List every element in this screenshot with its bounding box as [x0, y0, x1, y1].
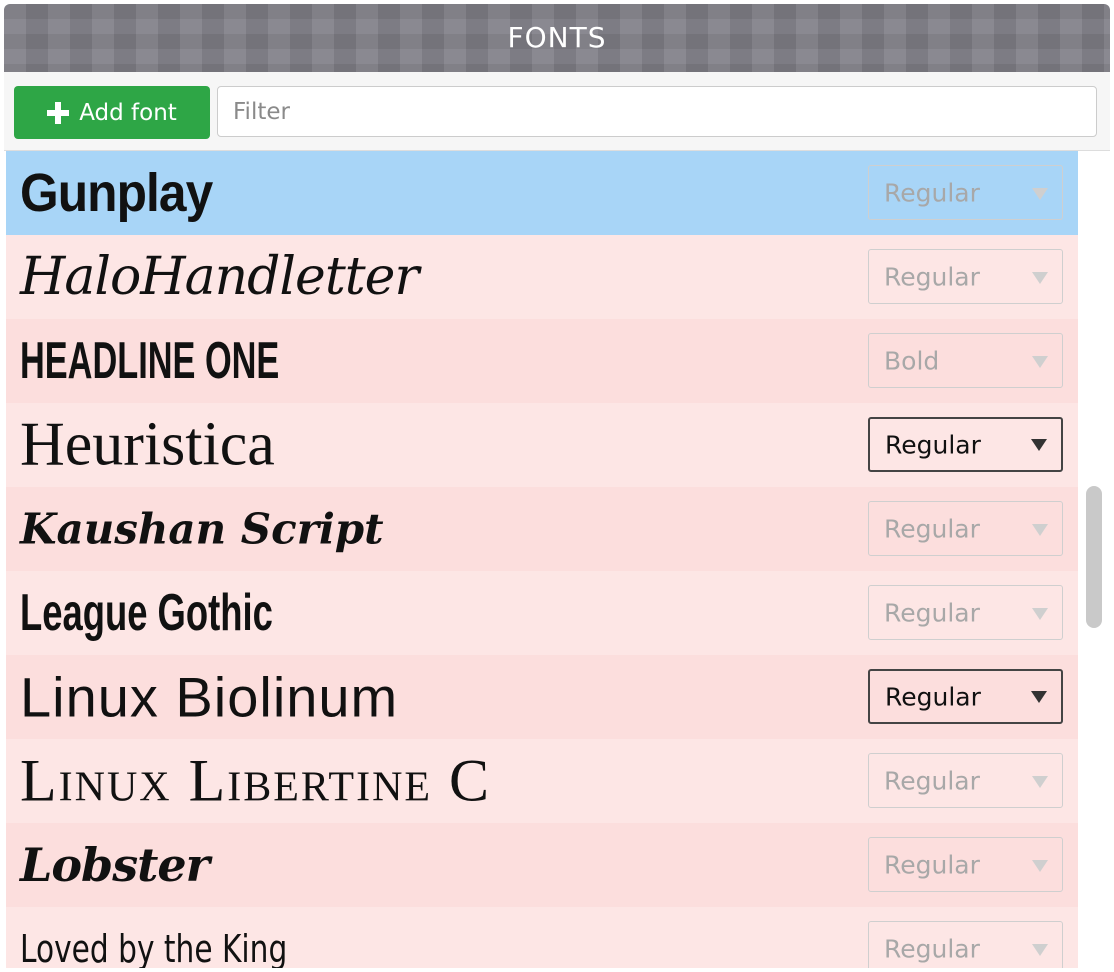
font-name: Gunplay: [20, 163, 213, 223]
font-style-value: Regular: [885, 430, 981, 459]
toolbar: Add font: [4, 72, 1110, 151]
font-row-kaushan-script[interactable]: Kaushan Script Regular: [6, 487, 1078, 571]
font-list-scrollbar[interactable]: [1080, 151, 1110, 968]
font-style-value: Regular: [884, 934, 980, 963]
filter-input[interactable]: [217, 86, 1097, 137]
font-name: League Gothic: [20, 584, 273, 642]
font-style-value: Regular: [884, 598, 980, 627]
font-name: Loved by the King: [20, 927, 288, 968]
font-style-select[interactable]: Regular: [868, 669, 1063, 724]
font-row-linux-biolinum[interactable]: Linux Biolinum Regular: [6, 655, 1078, 739]
font-name: HaloHandletter: [20, 247, 419, 307]
font-style-select[interactable]: Regular: [868, 501, 1063, 556]
caret-down-icon: [1032, 860, 1048, 872]
caret-down-icon: [1032, 272, 1048, 284]
caret-down-icon: [1032, 188, 1048, 200]
font-name: Kaushan Script: [20, 504, 384, 554]
plus-icon: [47, 101, 70, 124]
caret-down-icon: [1032, 776, 1048, 788]
font-style-select[interactable]: Regular: [868, 417, 1063, 472]
font-row-halohandletter[interactable]: HaloHandletter Regular: [6, 235, 1078, 319]
font-name: HEADLINE ONE: [20, 332, 280, 390]
font-style-select[interactable]: Regular: [868, 249, 1063, 304]
caret-down-icon: [1031, 691, 1047, 703]
font-style-value: Regular: [884, 766, 980, 795]
caret-down-icon: [1032, 356, 1048, 368]
font-name: Linux Libertine C: [20, 747, 492, 814]
caret-down-icon: [1032, 944, 1048, 956]
font-list: Gunplay Regular HaloHandletter Regular H…: [6, 151, 1078, 968]
font-style-value: Bold: [884, 346, 940, 375]
font-style-select[interactable]: Regular: [868, 165, 1063, 220]
fonts-panel: FONTS Add font Gunplay Regular HaloHandl…: [4, 4, 1110, 968]
font-style-select[interactable]: Regular: [868, 837, 1063, 892]
font-style-value: Regular: [884, 262, 980, 291]
font-row-lobster[interactable]: Lobster Regular: [6, 823, 1078, 907]
font-row-loved-by-the-king[interactable]: Loved by the King Regular: [6, 907, 1078, 968]
font-style-value: Regular: [885, 682, 981, 711]
font-style-select[interactable]: Regular: [868, 921, 1063, 968]
scrollbar-thumb[interactable]: [1086, 486, 1102, 628]
font-style-value: Regular: [884, 850, 980, 879]
font-style-select[interactable]: Bold: [868, 333, 1063, 388]
font-name: Heuristica: [20, 410, 275, 479]
font-row-heuristica[interactable]: Heuristica Regular: [6, 403, 1078, 487]
add-font-button[interactable]: Add font: [14, 86, 210, 139]
font-name: Lobster: [20, 838, 210, 892]
caret-down-icon: [1031, 439, 1047, 451]
font-name: Linux Biolinum: [20, 665, 399, 729]
add-font-label: Add font: [79, 99, 177, 126]
panel-title: FONTS: [4, 4, 1110, 72]
font-row-linux-libertine-c[interactable]: Linux Libertine C Regular: [6, 739, 1078, 823]
font-style-select[interactable]: Regular: [868, 585, 1063, 640]
font-row-gunplay[interactable]: Gunplay Regular: [6, 151, 1078, 235]
font-style-value: Regular: [884, 514, 980, 543]
font-row-headline-one[interactable]: HEADLINE ONE Bold: [6, 319, 1078, 403]
caret-down-icon: [1032, 524, 1048, 536]
font-style-value: Regular: [884, 178, 980, 207]
font-style-select[interactable]: Regular: [868, 753, 1063, 808]
caret-down-icon: [1032, 608, 1048, 620]
font-row-league-gothic[interactable]: League Gothic Regular: [6, 571, 1078, 655]
